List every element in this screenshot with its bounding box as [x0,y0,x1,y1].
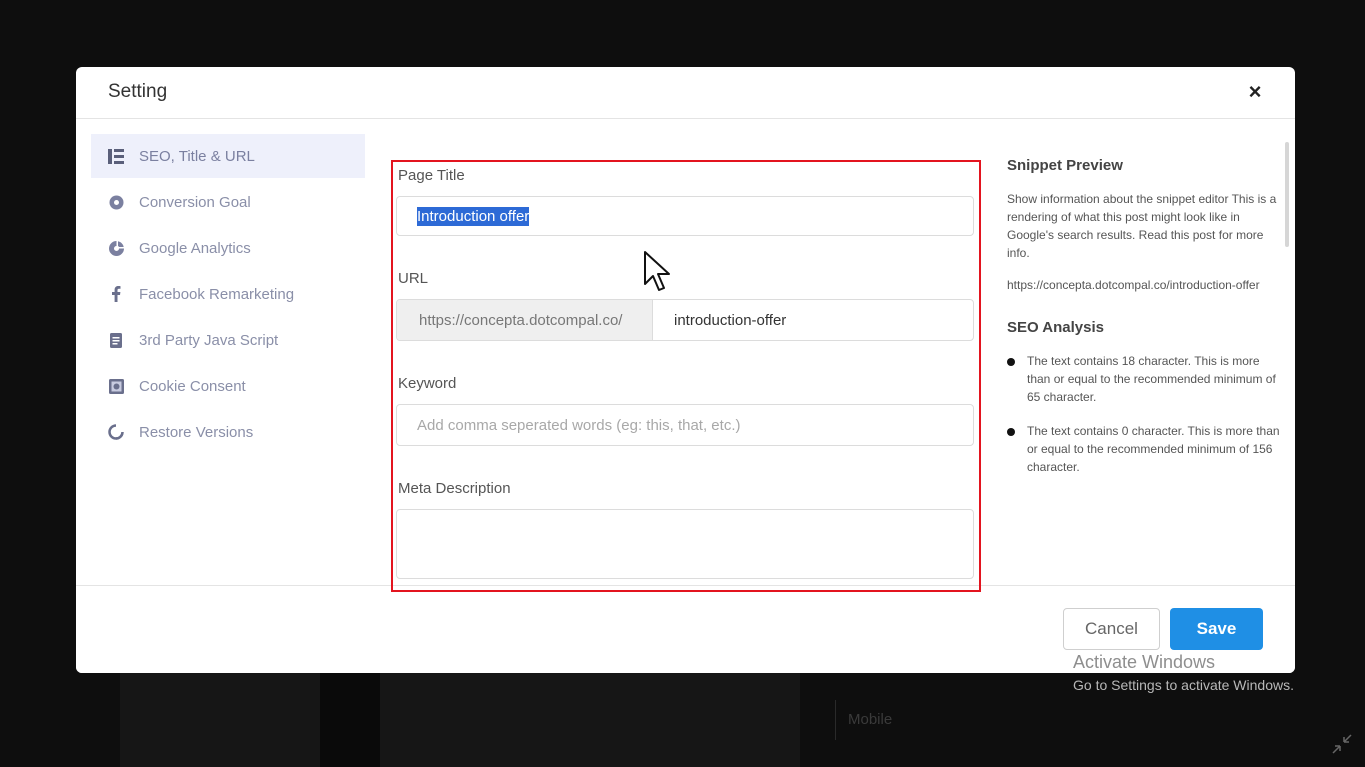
keyword-input[interactable]: Add comma seperated words (eg: this, tha… [396,404,974,446]
sidebar-item-label: Restore Versions [139,423,254,441]
url-field: https://concepta.dotcompal.co/ introduct… [396,299,974,341]
seo-analysis-item: The text contains 18 character. This is … [1007,352,1282,406]
goal-circle-icon [108,194,124,210]
sidebar-item-label: SEO, Title & URL [139,147,255,165]
modal-header: Setting × [76,67,1295,119]
seo-analysis-item: The text contains 0 character. This is m… [1007,422,1282,476]
page-title-value: Introduction offer [417,206,530,226]
sidebar-item-seo[interactable]: SEO, Title & URL [91,134,365,178]
activate-windows-subtitle: Go to Settings to activate Windows. [1073,677,1294,693]
collapse-icon[interactable] [1331,733,1353,755]
url-prefix: https://concepta.dotcompal.co/ [397,300,653,340]
snippet-panel: Snippet Preview Show information about t… [1007,157,1282,492]
sidebar-item-label: Facebook Remarketing [139,285,295,303]
bullet-icon [1007,358,1015,366]
page-title-input[interactable]: Introduction offer [396,196,974,236]
meta-description-label: Meta Description [398,480,511,497]
snippet-description: Show information about the snippet edito… [1007,192,1277,260]
cancel-button[interactable]: Cancel [1063,608,1160,650]
page-title-label: Page Title [398,167,465,184]
keyword-label: Keyword [398,375,457,392]
activate-windows-title: Activate Windows [1073,652,1216,672]
url-slug-input[interactable]: introduction-offer [653,300,973,340]
seo-analysis-text: The text contains 0 character. This is m… [1027,424,1280,474]
background-content-dark [320,672,380,767]
facebook-icon [108,286,124,302]
windows-activation-watermark: Activate Windows Go to Settings to activ… [1073,652,1294,693]
background-content [120,672,800,767]
sidebar-item-3rd-party-script[interactable]: 3rd Party Java Script [91,318,365,362]
save-button[interactable]: Save [1170,608,1263,650]
script-icon [108,332,124,348]
cookie-icon [108,378,124,394]
list-icon [108,148,124,164]
url-label: URL [398,270,429,287]
snippet-url: https://concepta.dotcompal.co/introducti… [1007,278,1260,292]
sidebar-item-label: Cookie Consent [139,377,246,395]
sidebar-item-restore-versions[interactable]: Restore Versions [91,410,365,454]
snippet-scrollbar[interactable] [1285,142,1289,247]
seo-analysis-heading: SEO Analysis [1007,319,1104,336]
meta-description-input[interactable] [396,509,974,579]
sidebar-item-label: Conversion Goal [139,193,251,211]
sidebar-item-label: 3rd Party Java Script [139,331,279,349]
mouse-pointer-icon [644,251,670,291]
sidebar-item-cookie-consent[interactable]: Cookie Consent [91,364,365,408]
sidebar-item-conversion-goal[interactable]: Conversion Goal [91,180,365,224]
close-icon[interactable]: × [1243,80,1267,104]
settings-sidebar: SEO, Title & URL Conversion Goal Google … [91,134,365,456]
sidebar-item-facebook-remarketing[interactable]: Facebook Remarketing [91,272,365,316]
sidebar-item-label: Google Analytics [139,239,251,257]
restore-icon [108,424,124,440]
settings-modal: Setting × SEO, Title & URL Conversion Go… [76,67,1295,673]
bullet-icon [1007,428,1015,436]
sidebar-item-google-analytics[interactable]: Google Analytics [91,226,365,270]
background-mobile-label: Mobile [835,700,892,740]
seo-analysis-text: The text contains 18 character. This is … [1027,354,1276,404]
modal-title: Setting [108,81,168,102]
seo-form: Page Title Introduction offer URL https:… [396,167,976,579]
keyword-placeholder: Add comma seperated words (eg: this, tha… [417,416,741,434]
analytics-icon [108,240,124,256]
snippet-preview-heading: Snippet Preview [1007,157,1123,174]
